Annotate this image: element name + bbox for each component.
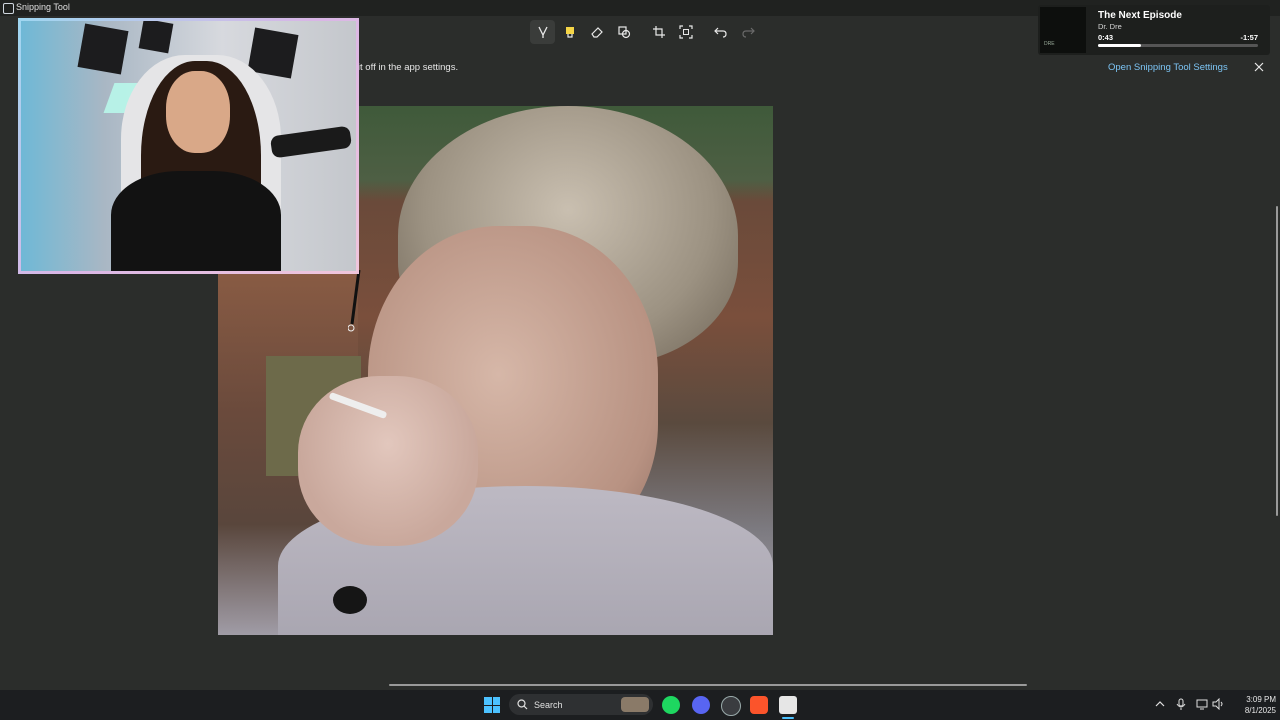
progress-fill	[1098, 44, 1142, 47]
text-actions-icon	[678, 25, 693, 39]
system-clock[interactable]: 3:09 PM 8/1/2025	[1228, 694, 1276, 716]
track-artist: Dr. Dre	[1098, 22, 1122, 31]
webcam-person-body	[111, 171, 281, 271]
clock-time: 3:09 PM	[1246, 695, 1276, 704]
image-microphone	[333, 586, 367, 614]
steam-icon[interactable]	[721, 696, 741, 716]
ballpoint-pen-icon	[537, 26, 548, 38]
webcam-person-face	[166, 71, 230, 153]
snipping-tool-icon[interactable]	[779, 696, 797, 714]
active-app-indicator	[782, 717, 794, 719]
remaining-time: -1:57	[1240, 33, 1258, 42]
ballpoint-pen-button[interactable]	[530, 20, 555, 44]
elapsed-time: 0:43	[1098, 33, 1114, 42]
open-settings-link[interactable]: Open Snipping Tool Settings	[1108, 62, 1228, 73]
start-icon[interactable]	[484, 697, 500, 713]
search-label: Search	[534, 699, 563, 710]
taskbar: Search 3:09 PM 8/1/2025	[0, 690, 1280, 720]
infobar-message: n it off in the app settings.	[350, 62, 459, 73]
now-playing-widget[interactable]: DRE The Next Episode Dr. Dre 0:43 -1:57	[1038, 5, 1270, 55]
progress-track[interactable]	[1098, 44, 1258, 47]
shapes-icon	[617, 26, 630, 39]
highlighter-icon	[565, 27, 574, 38]
track-title: The Next Episode	[1098, 10, 1182, 21]
album-art: DRE	[1040, 7, 1086, 53]
microphone-icon[interactable]	[1175, 698, 1187, 710]
highlighter-button[interactable]	[557, 20, 582, 44]
search-icon	[517, 699, 528, 710]
search-highlight-icon	[621, 697, 649, 712]
redo-icon	[741, 27, 755, 38]
speaker-icon[interactable]	[1212, 698, 1224, 710]
image-hand	[298, 376, 478, 546]
acoustic-panel	[77, 23, 129, 75]
vertical-scrollbar[interactable]	[1276, 206, 1278, 516]
undo-button[interactable]	[708, 20, 733, 44]
discord-icon[interactable]	[692, 696, 710, 714]
horizontal-scrollbar[interactable]	[389, 684, 1027, 686]
eraser-button[interactable]	[584, 20, 609, 44]
text-actions-button[interactable]	[673, 20, 698, 44]
brave-icon[interactable]	[750, 696, 768, 714]
markup-toolbar	[530, 20, 760, 44]
eraser-icon	[590, 27, 603, 38]
shapes-button[interactable]	[611, 20, 636, 44]
clock-date: 8/1/2025	[1244, 706, 1276, 715]
crop-button[interactable]	[646, 20, 671, 44]
redo-button[interactable]	[735, 20, 760, 44]
display-icon[interactable]	[1196, 698, 1208, 710]
chevron-up-icon[interactable]	[1154, 698, 1166, 710]
acoustic-panel	[138, 21, 174, 54]
spotify-icon[interactable]	[662, 696, 680, 714]
window-title: Snipping Tool	[16, 2, 70, 12]
snipping-tool-app-icon	[3, 3, 14, 14]
undo-icon	[713, 27, 727, 38]
close-icon[interactable]	[1253, 61, 1265, 73]
crop-icon	[652, 26, 665, 38]
album-art-mark: DRE	[1044, 41, 1055, 47]
webcam-overlay	[18, 18, 359, 274]
pen-cursor-icon	[348, 269, 361, 332]
taskbar-search[interactable]: Search	[509, 694, 653, 715]
